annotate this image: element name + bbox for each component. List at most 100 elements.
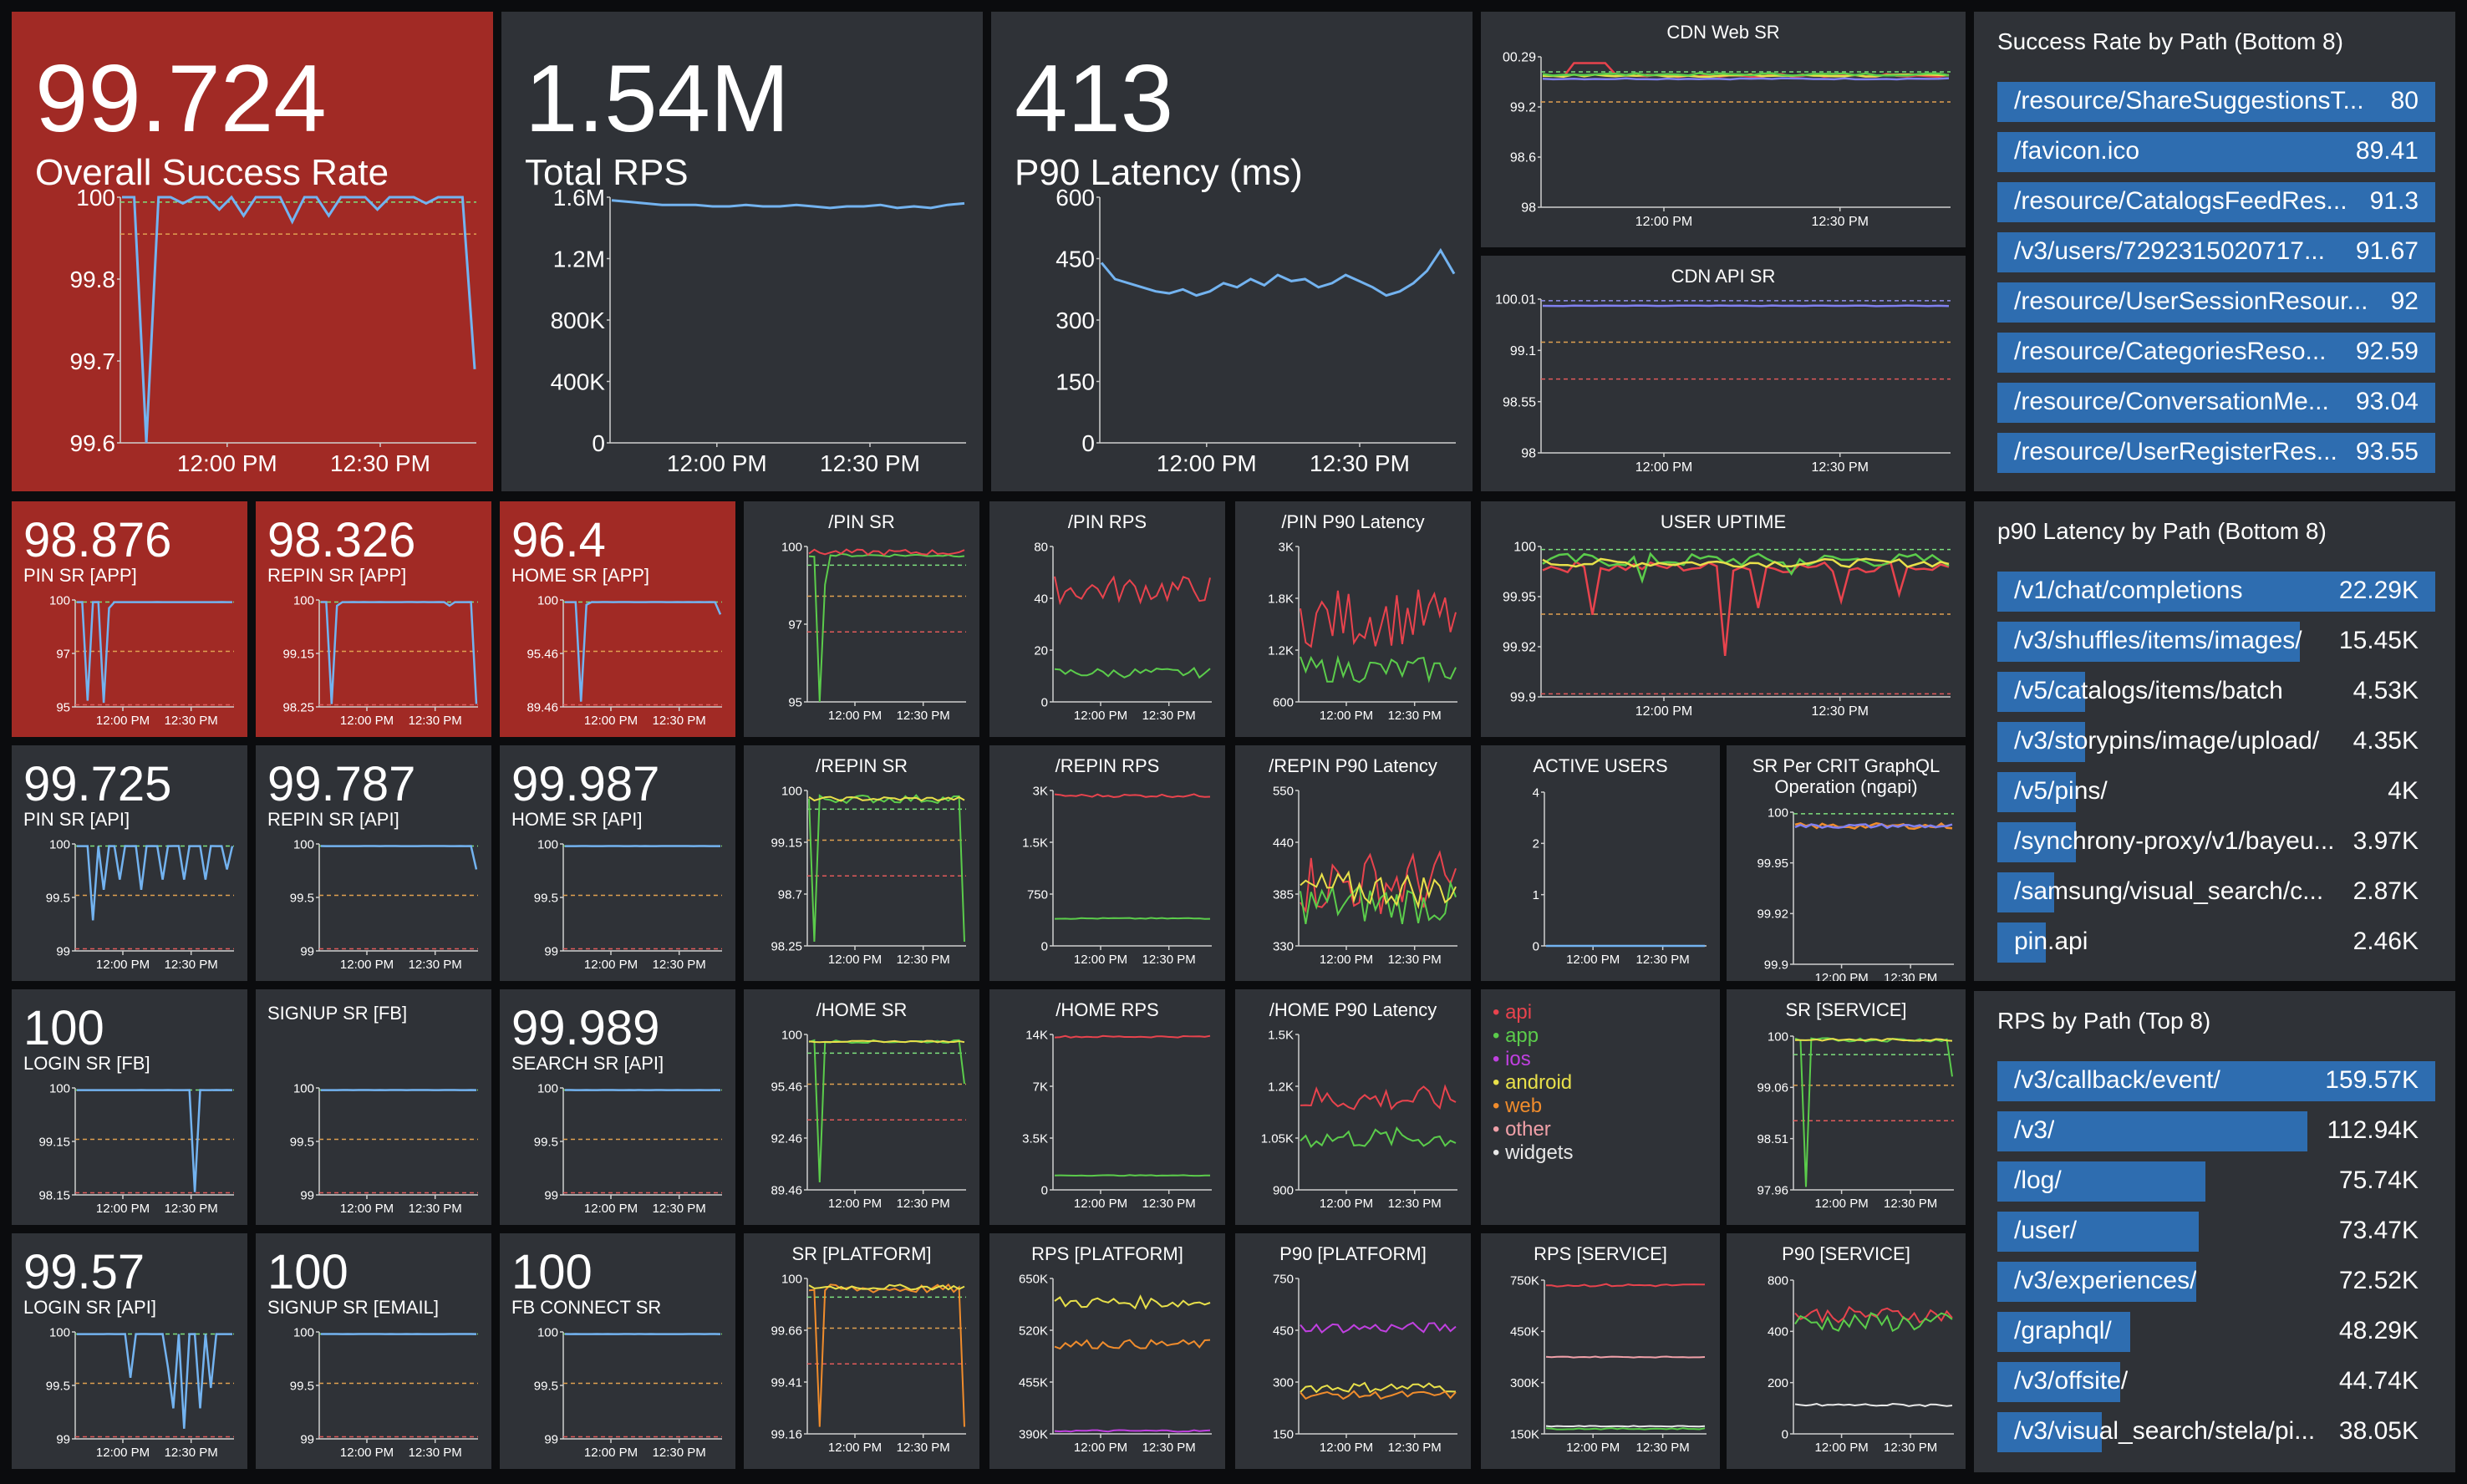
path-row[interactable]: /favicon.ico 89.41 — [1997, 127, 2435, 177]
home-p90-latency-panel[interactable]: /HOME P90 Latency 1.5K 1.2K 1.05K 900 12:00 P… — [1235, 989, 1471, 1225]
cdn-web-sr-panel[interactable]: CDN Web SR 00.29 99.2 98.6 98 12:00 PM 12:30 P… — [1481, 12, 1966, 247]
path-row[interactable]: /v5/pins/4K — [1997, 767, 2435, 817]
legend-item[interactable]: • android — [1493, 1071, 1573, 1095]
path-row[interactable]: /resource/ShareSuggestionsT... 80 — [1997, 77, 2435, 127]
path-row[interactable]: /v5/catalogs/items/batch 4.53K — [1997, 667, 2435, 717]
path-row[interactable]: /samsung/visual_search/c... 2.87K — [1997, 867, 2435, 917]
y-tick-label: 99 — [544, 1188, 558, 1202]
repin-sr-api-panel[interactable]: 99.787 REPIN SR [API] 100 99.5 99 12:00 PM 12:… — [256, 745, 491, 981]
y-tick-label: 95.46 — [526, 647, 558, 661]
sr-service-panel[interactable]: SR [SERVICE] 100 99.06 98.51 97.96 12:00 PM 12… — [1727, 989, 1966, 1225]
x-tick-label: 12:30 PM — [1142, 709, 1196, 723]
series-line — [1054, 1429, 1211, 1433]
pin-sr-api-panel[interactable]: 99.725 PIN SR [API] 100 99.5 99 12:00 PM 12:30… — [12, 745, 247, 981]
path-row[interactable]: /v3/experiences/72.52K — [1997, 1257, 2435, 1307]
y-tick-label: 900 — [1273, 1183, 1294, 1197]
path-row[interactable]: /v3/offsite/44.74K — [1997, 1357, 2435, 1407]
path-row[interactable]: /synchrony-proxy/v1/bayeu... 3.97K — [1997, 817, 2435, 867]
path-row[interactable]: /user/73.47K — [1997, 1207, 2435, 1257]
y-tick-label: 99.15 — [771, 836, 802, 850]
chart-area: 100 99.5 99 12:00 PM 12:30 PM — [534, 1325, 722, 1460]
x-tick-label: 12:30 PM — [409, 714, 462, 728]
y-tick-label: 99.8 — [70, 267, 116, 292]
path-label: /v3/experiences/ — [2014, 1267, 2197, 1294]
path-row[interactable]: /v3/users/7292315020717... 91.67 — [1997, 227, 2435, 277]
legend-item[interactable]: • ios — [1493, 1048, 1573, 1071]
chart-area: 100 99.8 99.7 99.6 12:00 PM 12:30 PM — [70, 185, 476, 476]
path-row[interactable]: /v1/chat/completions 22.29K — [1997, 567, 2435, 617]
path-row[interactable]: /resource/ConversationMe... 93.04 — [1997, 378, 2435, 428]
legend-item[interactable]: • widgets — [1493, 1141, 1573, 1165]
chart-area: 100 99.5 99 12:00 PM 12:30 PM — [290, 1081, 478, 1216]
overall-success-rate-panel[interactable]: 99.724 Overall Success Rate 100 99.8 99.7 99.… — [12, 12, 493, 491]
path-row[interactable]: /log/75.74K — [1997, 1156, 2435, 1207]
rps-platform-panel[interactable]: RPS [PLATFORM] 650K 520K 455K 390K 12:00 PM 12… — [989, 1233, 1225, 1469]
p90-service-panel[interactable]: P90 [SERVICE] 800 400 200 0 12:00 PM 12:30 PM — [1727, 1233, 1966, 1469]
x-tick-label: 12:00 PM — [96, 1202, 150, 1216]
legend-panel[interactable]: • api • app • ios • android • web • other • wi… — [1481, 989, 1720, 1225]
y-tick-label: 99.2 — [1510, 101, 1536, 115]
pin-p90-latency-panel[interactable]: /PIN P90 Latency 3K 1.8K 1.2K 600 12:00 PM 12:… — [1235, 501, 1471, 737]
x-tick-label: 12:30 PM — [330, 450, 430, 476]
total-rps-panel[interactable]: 1.54M Total RPS 1.6M 1.2M 800K 400K 0 12:00 PM 1… — [501, 12, 983, 491]
fb-connect-sr-panel[interactable]: 100 FB CONNECT SR 100 99.5 99 12:00 PM 12:30 P… — [500, 1233, 735, 1469]
active-users-panel[interactable]: ACTIVE USERS 4 2 1 0 12:00 PM 12:30 PM — [1481, 745, 1720, 981]
signup-sr-email-panel[interactable]: 100 SIGNUP SR [EMAIL] 100 99.5 99 12:00 PM 12:… — [256, 1233, 491, 1469]
home-sr-app-panel[interactable]: 96.4 HOME SR [APP] 100 95.46 89.46 12:00 PM 12… — [500, 501, 735, 737]
repin-sr-panel[interactable]: /REPIN SR 100 99.15 98.7 98.25 12:00 PM 12:30 … — [744, 745, 979, 981]
path-value: 38.05K — [2338, 1417, 2419, 1445]
y-tick-label: 99.16 — [771, 1427, 802, 1441]
path-row[interactable]: /resource/CatalogsFeedRes... 91.3 — [1997, 177, 2435, 227]
path-row[interactable]: pin.api 2.46K — [1997, 917, 2435, 968]
list-title: Success Rate by Path (Bottom 8) — [1997, 28, 2343, 54]
pin-rps-panel[interactable]: /PIN RPS 80 40 20 0 12:00 PM 12:30 PM — [989, 501, 1225, 737]
x-tick-label: 12:00 PM — [828, 1441, 882, 1455]
p90-latency-by-path-panel[interactable]: p90 Latency by Path (Bottom 8) /v1/chat/c… — [1974, 501, 2455, 981]
rps-by-path-panel[interactable]: RPS by Path (Top 8) /v3/callback/event/15… — [1974, 991, 2455, 1472]
sr-per-crit-graphql-operation-ngapi-panel[interactable]: SR Per CRIT GraphQL Operation (ngapi) 100… — [1727, 745, 1966, 981]
pin-sr-panel[interactable]: /PIN SR 100 97 95 12:00 PM 12:30 PM — [744, 501, 979, 737]
legend-item[interactable]: • app — [1493, 1024, 1573, 1048]
user-uptime-panel[interactable]: USER UPTIME 100 99.95 99.92 99.9 12:00 PM 12:3… — [1481, 501, 1966, 737]
path-value: 4.35K — [2353, 727, 2419, 755]
legend-item[interactable]: • other — [1493, 1118, 1573, 1141]
success-rate-by-path-panel[interactable]: Success Rate by Path (Bottom 8) /resource… — [1974, 12, 2455, 491]
path-row[interactable]: /graphql/48.29K — [1997, 1307, 2435, 1357]
home-sr-panel[interactable]: /HOME SR 100 95.46 92.46 89.46 12:00 PM 12:30 … — [744, 989, 979, 1225]
x-tick-label: 12:00 PM — [1320, 709, 1373, 723]
signup-sr-fb-panel[interactable]: SIGNUP SR [FB] 100 99.5 99 12:00 PM 12:30 PM — [256, 989, 491, 1225]
path-row[interactable]: /resource/CategoriesReso... 92.59 — [1997, 328, 2435, 378]
series-line — [77, 1089, 233, 1192]
series-line — [611, 199, 965, 210]
path-row[interactable]: /v3/visual_search/stela/pi... 38.05K — [1997, 1407, 2435, 1457]
login-sr-api-panel[interactable]: 99.57 LOGIN SR [API] 100 99.5 99 12:00 PM 12:3… — [12, 1233, 247, 1469]
path-row[interactable]: /v3/shuffles/items/images/15.45K — [1997, 617, 2435, 667]
search-sr-api-panel[interactable]: 99.989 SEARCH SR [API] 100 99.5 99 12:00 PM 12… — [500, 989, 735, 1225]
y-tick-label: 97 — [788, 617, 802, 632]
home-sr-api-panel[interactable]: 99.987 HOME SR [API] 100 99.5 99 12:00 PM 12:3… — [500, 745, 735, 981]
home-rps-panel[interactable]: /HOME RPS 14K 7K 3.5K 0 12:00 PM 12:30 PM — [989, 989, 1225, 1225]
cdn-api-sr-panel[interactable]: CDN API SR 100.01 99.1 98.55 98 12:00 PM 12:30… — [1481, 256, 1966, 491]
legend-item[interactable]: • api — [1493, 1001, 1573, 1024]
pin-sr-app-panel[interactable]: 98.876 PIN SR [APP] 100 97 95 12:00 PM 12:30 P… — [12, 501, 247, 737]
y-tick-label: 800 — [1768, 1273, 1788, 1288]
repin-sr-app-panel[interactable]: 98.326 REPIN SR [APP] 100 99.15 98.25 12:00 P… — [256, 501, 491, 737]
y-tick-label: 3.5K — [1022, 1131, 1048, 1146]
path-row[interactable]: /resource/UserSessionResour... 92 — [1997, 277, 2435, 328]
path-row[interactable]: /v3/callback/event/159.57K — [1997, 1056, 2435, 1106]
rps-service-panel[interactable]: RPS [SERVICE] 750K 450K 300K 150K 12:00 PM 12:… — [1481, 1233, 1720, 1469]
repin-rps-panel[interactable]: /REPIN RPS 3K 1.5K 750 0 12:00 PM 12:30 PM — [989, 745, 1225, 981]
x-tick-label: 12:30 PM — [1636, 953, 1690, 967]
series-line — [1794, 1037, 1953, 1187]
repin-p90-latency-panel[interactable]: /REPIN P90 Latency 550 440 385 330 12:00 PM 12… — [1235, 745, 1471, 981]
p90-platform-panel[interactable]: P90 [PLATFORM] 750 450 300 150 12:00 PM 12:30 … — [1235, 1233, 1471, 1469]
login-sr-fb-panel[interactable]: 100 LOGIN SR [FB] 100 99.15 98.15 12:00 PM 12:… — [12, 989, 247, 1225]
path-row[interactable]: /v3/storypins/image/upload/4.35K — [1997, 717, 2435, 767]
sr-platform-panel[interactable]: SR [PLATFORM] 100 99.66 99.41 99.16 12:00 PM 1… — [744, 1233, 979, 1469]
path-row[interactable]: /v3/112.94K — [1997, 1106, 2435, 1156]
legend-item[interactable]: • web — [1493, 1095, 1573, 1118]
chart-area: 100 99.06 98.51 97.96 12:00 PM 12:30 PM — [1757, 1029, 1954, 1211]
p90-latency-panel[interactable]: 413 P90 Latency (ms) 600 450 300 150 0 12:00 PM… — [991, 12, 1473, 491]
y-tick-label: 550 — [1273, 784, 1294, 798]
path-row[interactable]: /resource/UserRegisterRes... 93.55 — [1997, 428, 2435, 478]
